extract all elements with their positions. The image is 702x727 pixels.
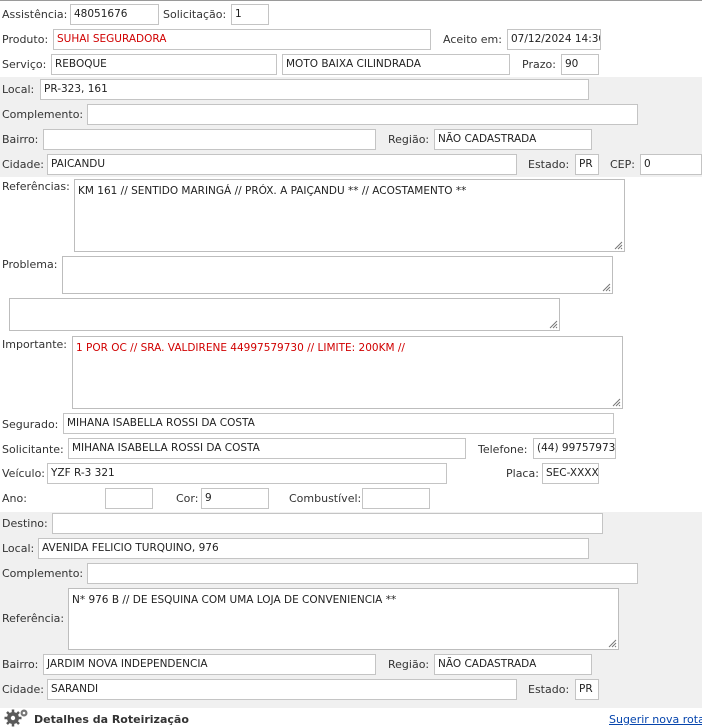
destino-local-label: Local: bbox=[2, 542, 35, 555]
assistencia-field[interactable]: 48051676 bbox=[70, 4, 159, 25]
combustivel-field[interactable] bbox=[362, 488, 430, 509]
resize-grip-icon[interactable] bbox=[608, 639, 617, 648]
prazo-field[interactable]: 90 bbox=[561, 54, 599, 75]
cidade-field[interactable]: PAICANDU bbox=[47, 154, 517, 175]
gears-icon bbox=[4, 709, 28, 727]
cep-field[interactable]: 0 bbox=[640, 154, 702, 175]
solicitacao-label: Solicitação: bbox=[163, 8, 227, 21]
aceito-em-label: Aceito em: bbox=[443, 33, 502, 46]
destino-referencia-label: Referência: bbox=[2, 612, 65, 625]
destino-cidade-field[interactable]: SARANDI bbox=[47, 679, 517, 700]
roteirizacao-title: Detalhes da Roteirização bbox=[34, 713, 189, 726]
servico-label: Serviço: bbox=[2, 58, 47, 71]
destino-local-field[interactable]: AVENIDA FELICIO TURQUINO, 976 bbox=[38, 538, 589, 559]
local-label: Local: bbox=[2, 83, 35, 96]
produto-field[interactable]: SUHAI SEGURADORA bbox=[53, 29, 431, 50]
combustivel-label: Combustível: bbox=[289, 492, 362, 505]
top-border bbox=[0, 0, 702, 1]
estado-label: Estado: bbox=[528, 158, 570, 171]
resize-grip-icon[interactable] bbox=[602, 283, 611, 292]
sugerir-nova-rota-link[interactable]: Sugerir nova rota bbox=[609, 713, 702, 726]
solicitante-field[interactable]: MIHANA ISABELLA ROSSI DA COSTA bbox=[68, 438, 466, 459]
complemento-label: Complemento: bbox=[2, 108, 84, 121]
solicitacao-field[interactable]: 1 bbox=[231, 4, 269, 25]
produto-label: Produto: bbox=[2, 33, 49, 46]
destino-cidade-label: Cidade: bbox=[2, 683, 44, 696]
ano-field[interactable] bbox=[105, 488, 153, 509]
importante-textarea[interactable]: 1 POR OC // SRA. VALDIRENE 44997579730 /… bbox=[72, 336, 623, 409]
placa-label: Placa: bbox=[506, 467, 539, 480]
importante-text: 1 POR OC // SRA. VALDIRENE 44997579730 /… bbox=[76, 342, 405, 354]
resize-grip-icon[interactable] bbox=[612, 398, 621, 407]
destino-referencia-textarea[interactable]: N* 976 B // DE ESQUINA COM UMA LOJA DE C… bbox=[68, 588, 619, 650]
solicitante-label: Solicitante: bbox=[2, 443, 64, 456]
segurado-field[interactable]: MIHANA ISABELLA ROSSI DA COSTA bbox=[63, 413, 614, 434]
destino-bairro-label: Bairro: bbox=[2, 658, 39, 671]
referencias-label: Referências: bbox=[2, 180, 70, 193]
aceito-em-field[interactable]: 07/12/2024 14:30 bbox=[507, 29, 601, 50]
placa-field[interactable]: SEC-XXXX bbox=[542, 463, 599, 484]
referencias-textarea[interactable]: KM 161 // SENTIDO MARINGÁ // PRÓX. A PAI… bbox=[74, 179, 625, 252]
assistencia-label: Assistência: bbox=[2, 8, 68, 21]
telefone-field[interactable]: (44) 997579730 bbox=[533, 438, 616, 459]
problema-label: Problema: bbox=[2, 258, 58, 271]
cep-label: CEP: bbox=[610, 158, 635, 171]
destino-referencia-text: N* 976 B // DE ESQUINA COM UMA LOJA DE C… bbox=[72, 594, 397, 606]
regiao-label: Região: bbox=[388, 133, 430, 146]
cor-field[interactable]: 9 bbox=[201, 488, 269, 509]
complemento-field[interactable] bbox=[87, 104, 638, 125]
regiao-field[interactable]: NÃO CADASTRADA bbox=[434, 129, 592, 150]
cor-label: Cor: bbox=[176, 492, 199, 505]
destino-complemento-field[interactable] bbox=[87, 563, 638, 584]
veiculo-field[interactable]: YZF R-3 321 bbox=[47, 463, 447, 484]
servico-field[interactable]: REBOQUE bbox=[51, 54, 277, 75]
ano-label: Ano: bbox=[2, 492, 27, 505]
destino-field[interactable] bbox=[52, 513, 603, 534]
bairro-field[interactable] bbox=[43, 129, 376, 150]
referencias-text: KM 161 // SENTIDO MARINGÁ // PRÓX. A PAI… bbox=[78, 185, 467, 197]
destino-estado-label: Estado: bbox=[528, 683, 570, 696]
resize-grip-icon[interactable] bbox=[549, 320, 558, 329]
estado-field[interactable]: PR bbox=[575, 154, 599, 175]
segurado-label: Segurado: bbox=[2, 418, 59, 431]
resize-grip-icon[interactable] bbox=[614, 241, 623, 250]
servico-tipo-field[interactable]: MOTO BAIXA CILINDRADA bbox=[282, 54, 510, 75]
prazo-label: Prazo: bbox=[522, 58, 556, 71]
local-field[interactable]: PR-323, 161 bbox=[40, 79, 589, 100]
destino-complemento-label: Complemento: bbox=[2, 567, 84, 580]
problema-textarea[interactable] bbox=[62, 256, 613, 294]
destino-label: Destino: bbox=[2, 517, 48, 530]
problema-detalhe-textarea[interactable] bbox=[9, 298, 560, 331]
destino-bairro-field[interactable]: JARDIM NOVA INDEPENDENCIA bbox=[43, 654, 376, 675]
cidade-label: Cidade: bbox=[2, 158, 44, 171]
destino-estado-field[interactable]: PR bbox=[575, 679, 599, 700]
telefone-label: Telefone: bbox=[478, 443, 528, 456]
destino-regiao-field[interactable]: NÃO CADASTRADA bbox=[434, 654, 592, 675]
bairro-label: Bairro: bbox=[2, 133, 39, 146]
veiculo-label: Veículo: bbox=[2, 467, 46, 480]
destino-regiao-label: Região: bbox=[388, 658, 430, 671]
importante-label: Importante: bbox=[2, 338, 68, 351]
